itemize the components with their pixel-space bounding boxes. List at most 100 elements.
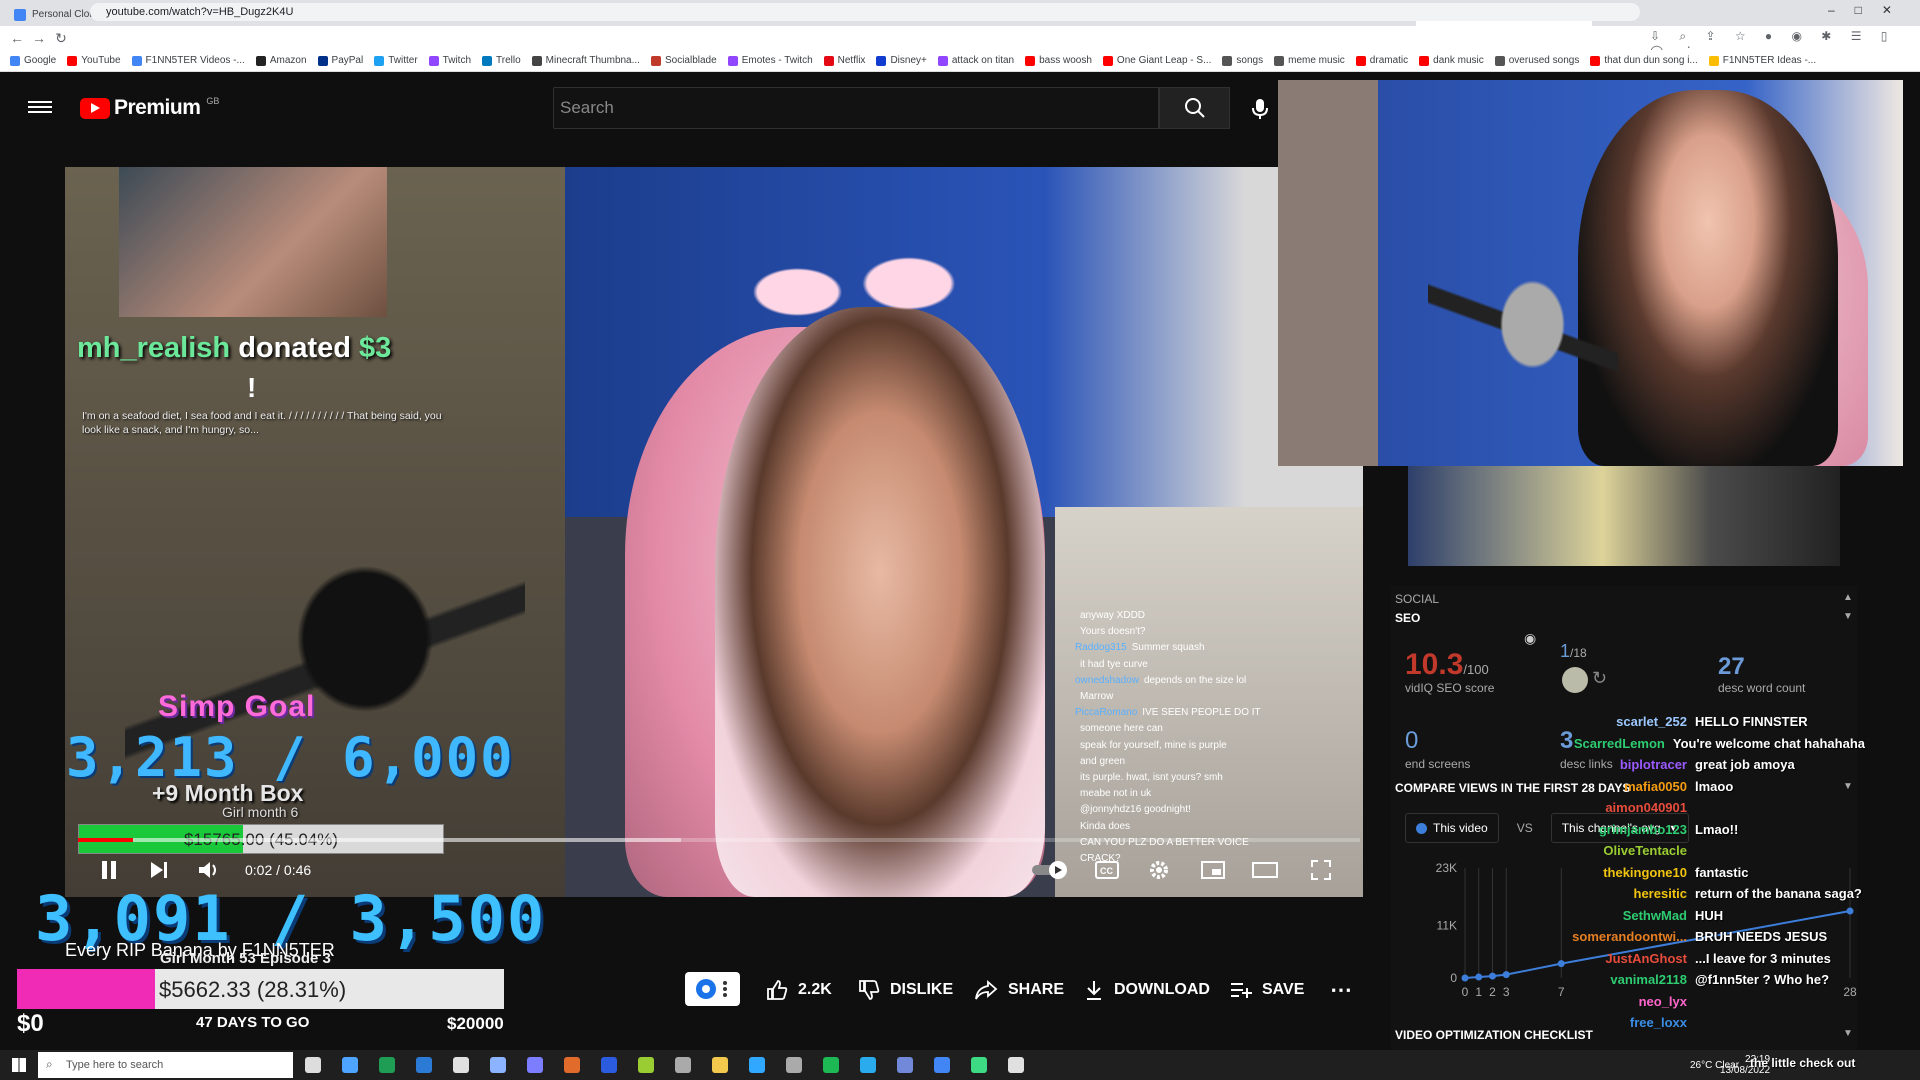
autoplay-toggle[interactable] (1028, 856, 1072, 884)
taskbar-app-icon[interactable] (638, 1057, 654, 1073)
refresh-icon[interactable]: ↻ (1592, 668, 1607, 689)
taskbar-app-icon[interactable] (675, 1057, 691, 1073)
taskbar-app-icon[interactable] (342, 1057, 358, 1073)
bookmark-item[interactable]: that dun dun song i... (1590, 55, 1698, 66)
taskbar-app-icon[interactable] (971, 1057, 987, 1073)
search-input[interactable]: Search (553, 87, 1159, 129)
bookmark-item[interactable]: Emotes - Twitch (727, 55, 813, 66)
url-field[interactable]: youtube.com/watch?v=HB_Dugz2K4U (90, 3, 1640, 21)
taskbar-app-icon[interactable] (305, 1057, 321, 1073)
mini-stream-thumbnail[interactable] (1408, 466, 1840, 566)
bookmark-item[interactable]: One Giant Leap - S... (1102, 55, 1211, 66)
bookmark-item[interactable]: YouTube (67, 55, 121, 66)
stream-chat-row: ownedshadow depends on the size lol (1075, 673, 1365, 689)
seo-section[interactable]: SEO (1395, 611, 1420, 625)
pause-button[interactable] (94, 856, 124, 884)
bookmark-icon (1494, 55, 1505, 66)
bookmark-label: YouTube (81, 55, 121, 66)
share-button[interactable]: SHARE (974, 975, 1064, 1005)
taskbar-app-icon[interactable] (712, 1057, 728, 1073)
captions-button[interactable]: CC (1092, 856, 1122, 884)
live-chat-row: thekingone10 fantastic (1395, 862, 1865, 884)
taskbar-app-icon[interactable] (749, 1057, 765, 1073)
window-controls[interactable]: –□✕ (1828, 3, 1912, 17)
bookmark-label: overused songs (1508, 55, 1580, 66)
tray-weather[interactable]: 26°C Clear (1690, 1060, 1739, 1071)
bookmark-icon (1222, 55, 1233, 66)
bookmark-icon (1102, 55, 1113, 66)
bookmark-item[interactable]: Minecraft Thumbna... (531, 55, 640, 66)
extension-button[interactable] (685, 972, 740, 1006)
bookmark-item[interactable]: songs (1222, 55, 1263, 66)
miniplayer-button[interactable] (1198, 856, 1228, 884)
download-button[interactable]: DOWNLOAD (1084, 975, 1210, 1005)
dislike-button[interactable]: DISLIKE (858, 975, 953, 1005)
bookmark-item[interactable]: PayPal (317, 55, 364, 66)
bunny-ears (745, 207, 955, 377)
checklist-chevron-icon[interactable]: ▼ (1843, 1028, 1853, 1039)
seo-score-value: 10.3 (1405, 648, 1464, 681)
reload-icon[interactable]: ↻ (50, 30, 72, 47)
youtube-premium-logo[interactable]: Premium GB (80, 96, 219, 120)
live-chat-user: JustAnGhost (1605, 950, 1687, 966)
bookmark-item[interactable]: Netflix (823, 55, 865, 66)
more-actions-button[interactable]: ⋯ (1330, 975, 1352, 1005)
theater-mode-button[interactable] (1250, 856, 1280, 884)
hamburger-menu-icon[interactable] (28, 98, 52, 118)
chevron-up-icon[interactable]: ▲ (1843, 592, 1853, 603)
taskbar-search-input[interactable]: Type here to search (38, 1052, 293, 1078)
chevron-down-icon[interactable]: ▼ (1843, 611, 1853, 622)
taskbar-app-icon[interactable] (1008, 1057, 1024, 1073)
bookmark-item[interactable]: Trello (482, 55, 521, 66)
taskbar-app-icon[interactable] (823, 1057, 839, 1073)
simp-goal-subtitle: Girl month 6 (222, 804, 299, 820)
eye-icon: ◉ (1524, 630, 1537, 646)
live-chat-row: vanimal2118 @f1nn5ter ? Who he? (1395, 969, 1865, 991)
taskbar-app-icon[interactable] (453, 1057, 469, 1073)
microphone-icon (1252, 99, 1268, 119)
bookmark-item[interactable]: Socialblade (650, 55, 717, 66)
voice-search-button[interactable] (1246, 95, 1274, 123)
taskbar-app-icon[interactable] (379, 1057, 395, 1073)
taskbar-app-icon[interactable] (860, 1057, 876, 1073)
tray-notification: the little check out (1750, 1056, 1856, 1070)
bookmark-item[interactable]: overused songs (1494, 55, 1580, 66)
bookmark-item[interactable]: Twitter (374, 55, 418, 66)
forward-icon[interactable]: → (28, 30, 50, 46)
bookmark-item[interactable]: F1NN5TER Videos -... (131, 55, 245, 66)
webcam-microphone (1428, 230, 1618, 466)
taskbar-app-icon[interactable] (527, 1057, 543, 1073)
bookmark-item[interactable]: Twitch (428, 55, 471, 66)
bookmark-item[interactable]: Amazon (255, 55, 307, 66)
windows-start-icon[interactable] (12, 1058, 26, 1072)
bookmark-item[interactable]: dank music (1419, 55, 1484, 66)
back-icon[interactable]: ← (6, 30, 28, 46)
taskbar-app-icon[interactable] (897, 1057, 913, 1073)
bookmark-item[interactable]: bass woosh (1025, 55, 1092, 66)
bookmark-item[interactable]: F1NN5TER Ideas -... (1708, 55, 1816, 66)
taskbar-app-icon[interactable] (490, 1057, 506, 1073)
settings-button[interactable] (1144, 856, 1174, 884)
save-button[interactable]: SAVE (1230, 975, 1304, 1005)
live-chat-row: neo_lyx (1395, 991, 1865, 1013)
video-progress-bar[interactable] (78, 838, 1360, 842)
taskbar-app-icon[interactable] (786, 1057, 802, 1073)
taskbar-app-icon[interactable] (934, 1057, 950, 1073)
optimization-checklist-header[interactable]: VIDEO OPTIMIZATION CHECKLIST (1395, 1028, 1593, 1042)
bookmark-label: PayPal (331, 55, 364, 66)
bookmark-item[interactable]: meme music (1274, 55, 1345, 66)
next-button[interactable] (144, 856, 174, 884)
bookmark-item[interactable]: Google (10, 55, 56, 66)
bookmark-item[interactable]: dramatic (1355, 55, 1408, 66)
taskbar-app-icon[interactable] (564, 1057, 580, 1073)
live-chat-row: grimjambo123 Lmao!! (1395, 819, 1865, 841)
like-button[interactable]: 2.2K (766, 975, 832, 1005)
taskbar-app-icon[interactable] (601, 1057, 617, 1073)
social-section[interactable]: SOCIAL (1395, 592, 1439, 606)
fullscreen-button[interactable] (1306, 856, 1336, 884)
volume-button[interactable] (194, 856, 224, 884)
bookmark-item[interactable]: Disney+ (876, 55, 927, 66)
taskbar-app-icon[interactable] (416, 1057, 432, 1073)
search-button[interactable] (1159, 87, 1230, 129)
bookmark-item[interactable]: attack on titan (937, 55, 1014, 66)
